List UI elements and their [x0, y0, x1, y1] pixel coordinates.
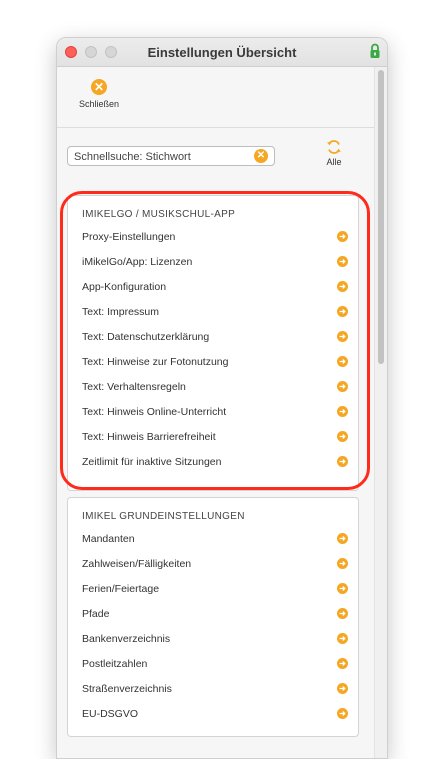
arrow-right-circle-icon: ➜ [337, 683, 348, 694]
show-all-label: Alle [326, 157, 342, 167]
show-all-button[interactable]: Alle [319, 139, 349, 167]
arrow-right-circle-icon: ➜ [337, 381, 348, 392]
x-circle-icon: ✕ [91, 79, 107, 95]
arrow-right-circle-icon: ➜ [337, 356, 348, 367]
refresh-icon [327, 140, 341, 154]
list-item[interactable]: Text: Hinweis Online-Unterricht ➜ [68, 399, 358, 424]
list-item[interactable]: Text: Impressum ➜ [68, 299, 358, 324]
section-grundeinstellungen: IMIKEL GRUNDEINSTELLUNGEN Mandanten ➜ Zah… [67, 497, 359, 737]
quick-search-field[interactable]: ✕ [67, 146, 275, 166]
list-item[interactable]: Text: Hinweise zur Fotonutzung ➜ [68, 349, 358, 374]
arrow-right-circle-icon: ➜ [337, 658, 348, 669]
list-item[interactable]: Ferien/Feiertage ➜ [68, 576, 358, 601]
arrow-right-circle-icon: ➜ [337, 608, 348, 619]
list-item[interactable]: Proxy-Einstellungen ➜ [68, 224, 358, 249]
arrow-right-circle-icon: ➜ [337, 331, 348, 342]
arrow-right-circle-icon: ➜ [337, 633, 348, 644]
list-item[interactable]: App-Konfiguration ➜ [68, 274, 358, 299]
arrow-right-circle-icon: ➜ [337, 281, 348, 292]
arrow-right-circle-icon: ➜ [337, 431, 348, 442]
clear-search-icon[interactable]: ✕ [254, 149, 268, 163]
list-item[interactable]: iMikelGo/App: Lizenzen ➜ [68, 249, 358, 274]
toolbar: ✕ Schließen [57, 67, 375, 128]
list-item[interactable]: EU-DSGVO ➜ [68, 701, 358, 726]
section-title: IMIKELGO / MUSIKSCHUL-APP [82, 209, 236, 220]
arrow-right-circle-icon: ➜ [337, 231, 348, 242]
arrow-right-circle-icon: ➜ [337, 583, 348, 594]
list-item[interactable]: Pfade ➜ [68, 601, 358, 626]
arrow-right-circle-icon: ➜ [337, 256, 348, 267]
arrow-right-circle-icon: ➜ [337, 306, 348, 317]
section-title: IMIKEL GRUNDEINSTELLUNGEN [82, 511, 245, 522]
settings-window: Einstellungen Übersicht ✕ Schließen ✕ Al… [56, 37, 388, 759]
list-item[interactable]: Postleitzahlen ➜ [68, 651, 358, 676]
list-item[interactable]: Text: Hinweis Barrierefreiheit ➜ [68, 424, 358, 449]
scrollbar-thumb[interactable] [378, 70, 384, 364]
arrow-right-circle-icon: ➜ [337, 533, 348, 544]
lock-icon [370, 43, 380, 58]
close-button[interactable]: ✕ Schließen [71, 79, 127, 109]
arrow-right-circle-icon: ➜ [337, 558, 348, 569]
close-button-label: Schließen [78, 99, 120, 109]
quick-search-input[interactable] [68, 148, 254, 166]
list-item[interactable]: Text: Datenschutzerklärung ➜ [68, 324, 358, 349]
title-bar: Einstellungen Übersicht [57, 38, 387, 67]
list-item[interactable]: Bankenverzeichnis ➜ [68, 626, 358, 651]
arrow-right-circle-icon: ➜ [337, 456, 348, 467]
list-item[interactable]: Straßenverzeichnis ➜ [68, 676, 358, 701]
list-item[interactable]: Zeitlimit für inaktive Sitzungen ➜ [68, 449, 358, 474]
list-item[interactable]: Mandanten ➜ [68, 526, 358, 551]
arrow-right-circle-icon: ➜ [337, 708, 348, 719]
section-imikelgo: IMIKELGO / MUSIKSCHUL-APP Proxy-Einstell… [67, 195, 359, 491]
vertical-scrollbar[interactable] [374, 67, 387, 758]
arrow-right-circle-icon: ➜ [337, 406, 348, 417]
list-item[interactable]: Zahlweisen/Fälligkeiten ➜ [68, 551, 358, 576]
list-item[interactable]: Text: Verhaltensregeln ➜ [68, 374, 358, 399]
window-title: Einstellungen Übersicht [147, 45, 297, 60]
